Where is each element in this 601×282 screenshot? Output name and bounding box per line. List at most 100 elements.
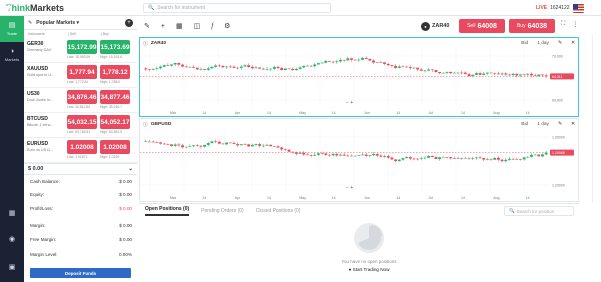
- brand-logo[interactable]: ThinkMarkets: [4, 2, 64, 14]
- candle: [309, 65, 313, 67]
- chart-header: ⓘ ZAR40 Bid 1 day ✎ ✕: [143, 40, 575, 47]
- price-type-select[interactable]: Bid: [521, 41, 528, 46]
- candle: [478, 157, 482, 159]
- buy-price-button[interactable]: 34,877.46: [100, 90, 130, 104]
- pin-icon[interactable]: ✎: [558, 41, 562, 46]
- info-icon[interactable]: ⓘ: [143, 40, 148, 47]
- buy-price-button[interactable]: 54,052.17: [100, 115, 130, 129]
- more-icon[interactable]: ⋮: [572, 21, 578, 28]
- account-summary-header[interactable]: $ 0.00 ⌄: [24, 164, 137, 175]
- search-icon: 🔍: [509, 208, 515, 213]
- watchlist-row[interactable]: EURUSD Euro vs US D... 1.02008 1.02008 L…: [24, 138, 137, 163]
- candle: [485, 72, 489, 74]
- candle: [302, 65, 306, 68]
- indicators-icon[interactable]: f: [211, 22, 213, 30]
- edit-icon[interactable]: ✎: [28, 20, 32, 26]
- watchlist-selector[interactable]: Popular Markets ▾: [36, 20, 121, 26]
- sell-price-button[interactable]: 1,777.94: [67, 65, 97, 79]
- watchlist-columns: Instrument | Sell | Buy: [28, 32, 109, 36]
- chevron-down-icon[interactable]: ⌄: [128, 166, 133, 172]
- tab-pending-orders[interactable]: Pending Orders (0): [201, 208, 244, 214]
- deposit-funds-button[interactable]: Deposit Funds: [30, 268, 131, 278]
- price-type-select[interactable]: Bid: [521, 122, 528, 127]
- candle: [261, 145, 265, 147]
- candle: [188, 66, 192, 68]
- candle: [203, 69, 207, 70]
- account-row: Cash Balance: $ 0.00: [30, 179, 132, 184]
- x-axis-label: 14: [202, 111, 206, 115]
- account-indicator[interactable]: LIVE 1624122: [536, 3, 584, 13]
- candle: [504, 159, 508, 162]
- x-axis-label: 14: [526, 111, 530, 115]
- nav-item-settings[interactable]: ▦: [0, 200, 24, 226]
- candle: [449, 71, 453, 74]
- sell-price-button[interactable]: 1.02008: [67, 140, 97, 154]
- interval-select[interactable]: 1 day: [537, 122, 549, 127]
- sell-button[interactable]: Sell 64008: [459, 19, 505, 33]
- instrument-search-input[interactable]: 🔍 Search for instrument: [143, 3, 331, 13]
- buy-price-button[interactable]: 15,173.69: [100, 40, 130, 54]
- nav-item-markets[interactable]: ◑ Markets: [0, 42, 24, 68]
- info-icon[interactable]: ⓘ: [143, 121, 148, 128]
- close-icon[interactable]: ✕: [571, 122, 575, 127]
- x-axis-label: Apr: [235, 196, 241, 200]
- draw-icon[interactable]: ✎: [144, 22, 150, 30]
- candle: [291, 151, 295, 153]
- candle: [541, 154, 544, 157]
- crosshair-icon[interactable]: +: [161, 23, 165, 30]
- candle: [408, 157, 412, 159]
- chart-panel-gbpusd[interactable]: ⓘ GBPUSD Bid 1 day ✎ ✕ 1.30000 1.20000 Mar…: [139, 118, 579, 202]
- tab-closed-positions[interactable]: Closed Positions (0): [256, 208, 301, 214]
- tab-open-positions[interactable]: Open Positions (0): [145, 206, 190, 216]
- close-icon[interactable]: ✕: [571, 41, 575, 46]
- buy-price-button[interactable]: 1.02008: [100, 140, 130, 154]
- sell-price-button[interactable]: 54,032.15: [67, 115, 97, 129]
- add-watchlist-icon[interactable]: +: [125, 18, 133, 27]
- candle: [386, 155, 390, 158]
- settings-icon[interactable]: ⚙: [224, 22, 230, 30]
- candles-icon[interactable]: ◫: [194, 22, 201, 30]
- side-scrollbar[interactable]: [592, 35, 601, 203]
- sell-price-button[interactable]: 34,876.46: [67, 90, 97, 104]
- expand-icon[interactable]: ⛶: [561, 21, 565, 28]
- candle: [159, 66, 162, 69]
- candle: [184, 66, 188, 68]
- sell-price-button[interactable]: 15,172.99: [67, 40, 97, 54]
- candle: [427, 155, 431, 158]
- price-chart[interactable]: 1.30000 1.20000 Mar 14 Apr 14 May 14 Jun 14 Jul 14 A…: [140, 129, 578, 201]
- watchlist-row[interactable]: XAUUSD Gold spot in U... 1,777.94 1,778.…: [24, 63, 137, 88]
- candle: [390, 65, 394, 66]
- candle: [269, 144, 273, 147]
- position-search-input[interactable]: 🔍 Search for position: [504, 206, 574, 216]
- watchlist-row[interactable]: BTCUSD Bitcoin 1 bit w... 54,032.15 54,0…: [24, 113, 137, 138]
- candle: [452, 72, 456, 74]
- nav-item-account[interactable]: ◉: [0, 226, 24, 252]
- candle: [232, 66, 236, 68]
- candle: [519, 74, 522, 76]
- pin-icon[interactable]: ✎: [558, 122, 562, 127]
- nav-item-trade[interactable]: ▤ Trade: [0, 16, 24, 42]
- watchlist-row[interactable]: GER30 Germany DAX 15,172.99 15,173.69 Lo…: [24, 38, 137, 63]
- start-trading-button[interactable]: ● Start Trading Now: [339, 267, 399, 272]
- candle: [441, 156, 445, 158]
- candle: [166, 65, 170, 66]
- y-axis-label: 1.30000: [552, 136, 565, 140]
- price-chart[interactable]: 70,00065,00060,000Mar14Apr14May14Jun14Ju…: [140, 48, 578, 116]
- buy-button[interactable]: Buy 64038: [509, 19, 555, 33]
- candle: [184, 146, 188, 148]
- candle: [353, 59, 357, 61]
- layout-icon[interactable]: ▦: [176, 22, 183, 30]
- us-flag-icon[interactable]: [572, 3, 584, 13]
- watchlist-row[interactable]: US30 Dow Jones In... 34,876.46 34,877.46…: [24, 88, 137, 113]
- candle: [254, 67, 258, 69]
- nav-item-chat[interactable]: ▣: [0, 254, 24, 280]
- buy-price-button[interactable]: 1,778.12: [100, 65, 130, 79]
- candle: [530, 73, 533, 76]
- candle: [408, 67, 412, 69]
- chart-panel-zar40[interactable]: ⓘ ZAR40 Bid 1 day ✎ ✕ 70,00065,00060,000…: [139, 37, 579, 117]
- selected-symbol[interactable]: ● ZAR40: [421, 20, 449, 32]
- candle: [206, 68, 210, 70]
- candle: [331, 61, 335, 63]
- interval-select[interactable]: 1 day: [537, 41, 549, 46]
- account-row: Equity: $ 0.00: [30, 192, 132, 197]
